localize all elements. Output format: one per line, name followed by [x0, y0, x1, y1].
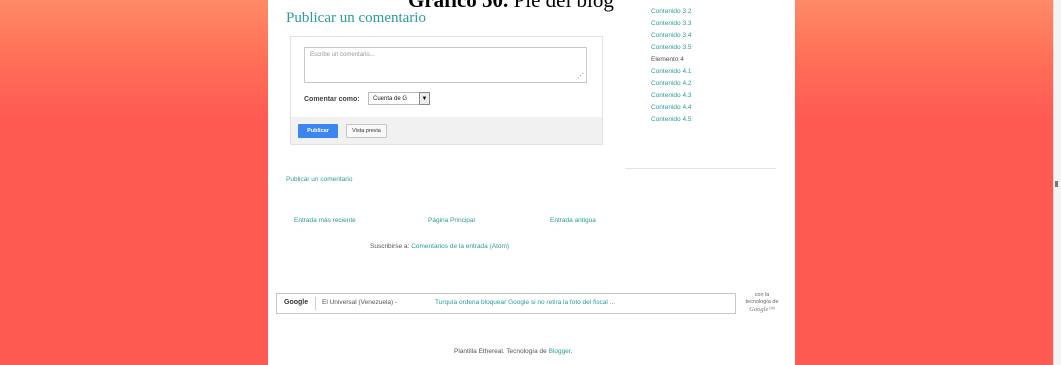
sidebar-divider: [625, 168, 776, 169]
footer-label: Plantilla Ethereal. Tecnología de: [454, 348, 547, 355]
comment-as-label: Comentar como:: [304, 96, 360, 103]
dropdown-arrow-icon[interactable]: ▼: [419, 92, 430, 105]
resize-grip-icon[interactable]: ⋰: [577, 73, 584, 80]
footer: Plantilla Ethereal. Tecnología de Blogge…: [454, 348, 572, 355]
subscribe-link[interactable]: Comentarios de la entrada (Atom): [411, 243, 509, 250]
news-bar: Google El Universal (Venezuela) - Turquí…: [276, 293, 736, 314]
sidebar-item[interactable]: Contenido 4.5: [651, 114, 691, 126]
newer-post-link[interactable]: Entrada más reciente: [294, 217, 356, 224]
blogger-link[interactable]: Blogger: [549, 348, 571, 355]
comment-placeholder: Escribe un comentario...: [310, 52, 375, 58]
background-left: [0, 0, 268, 365]
sidebar-list: Contenido 3.2 Contenido 3.3 Contenido 3.…: [651, 6, 691, 126]
publish-comment-link[interactable]: Publicar un comentario: [286, 176, 352, 183]
sidebar-item[interactable]: Contenido 4.1: [651, 66, 691, 78]
news-source: El Universal (Venezuela) -: [322, 299, 398, 306]
subscribe-line: Suscribirse a: Comentarios de la entrada…: [370, 243, 509, 250]
sidebar-item[interactable]: Contenido 3.3: [651, 18, 691, 30]
publish-button[interactable]: Publicar: [298, 124, 338, 138]
google-logo: Google™: [749, 306, 775, 313]
background-right: [795, 0, 1053, 365]
figure-caption: Gráfico 50. Pie del blog: [408, 0, 614, 12]
sidebar-item[interactable]: Contenido 4.2: [651, 78, 691, 90]
footer-suffix: .: [570, 348, 573, 355]
older-post-link[interactable]: Entrada antigua: [550, 217, 596, 224]
sidebar-item[interactable]: Contenido 3.2: [651, 6, 691, 18]
blog-content: Gráfico 50. Pie del blog Publicar un com…: [268, 0, 795, 365]
comment-textarea[interactable]: Escribe un comentario... ⋰: [304, 47, 587, 83]
preview-button[interactable]: Vista previa: [346, 124, 387, 138]
comment-form: Escribe un comentario... ⋰ Comentar como…: [290, 36, 603, 145]
powered-line1: con la: [754, 292, 770, 298]
home-link[interactable]: Página Principal: [428, 217, 475, 224]
subscribe-label: Suscribirse a:: [370, 243, 410, 250]
sidebar-item[interactable]: Contenido 3.4: [651, 30, 691, 42]
news-divider: [315, 297, 316, 310]
sidebar-item[interactable]: Elemento 4: [651, 54, 691, 66]
sidebar-item[interactable]: Contenido 3.5: [651, 42, 691, 54]
powered-line2: tecnología de: [745, 299, 779, 305]
news-brand: Google: [284, 299, 309, 306]
powered-by-google: con la tecnología de Google™: [736, 292, 788, 313]
news-headline-link[interactable]: Turquía ordena bloquear Google si no ret…: [435, 299, 615, 306]
scrollbar-thumb[interactable]: [1055, 181, 1058, 187]
sidebar-item[interactable]: Contenido 4.4: [651, 102, 691, 114]
sidebar-item[interactable]: Contenido 4.3: [651, 90, 691, 102]
comment-heading: Publicar un comentario: [286, 10, 426, 26]
